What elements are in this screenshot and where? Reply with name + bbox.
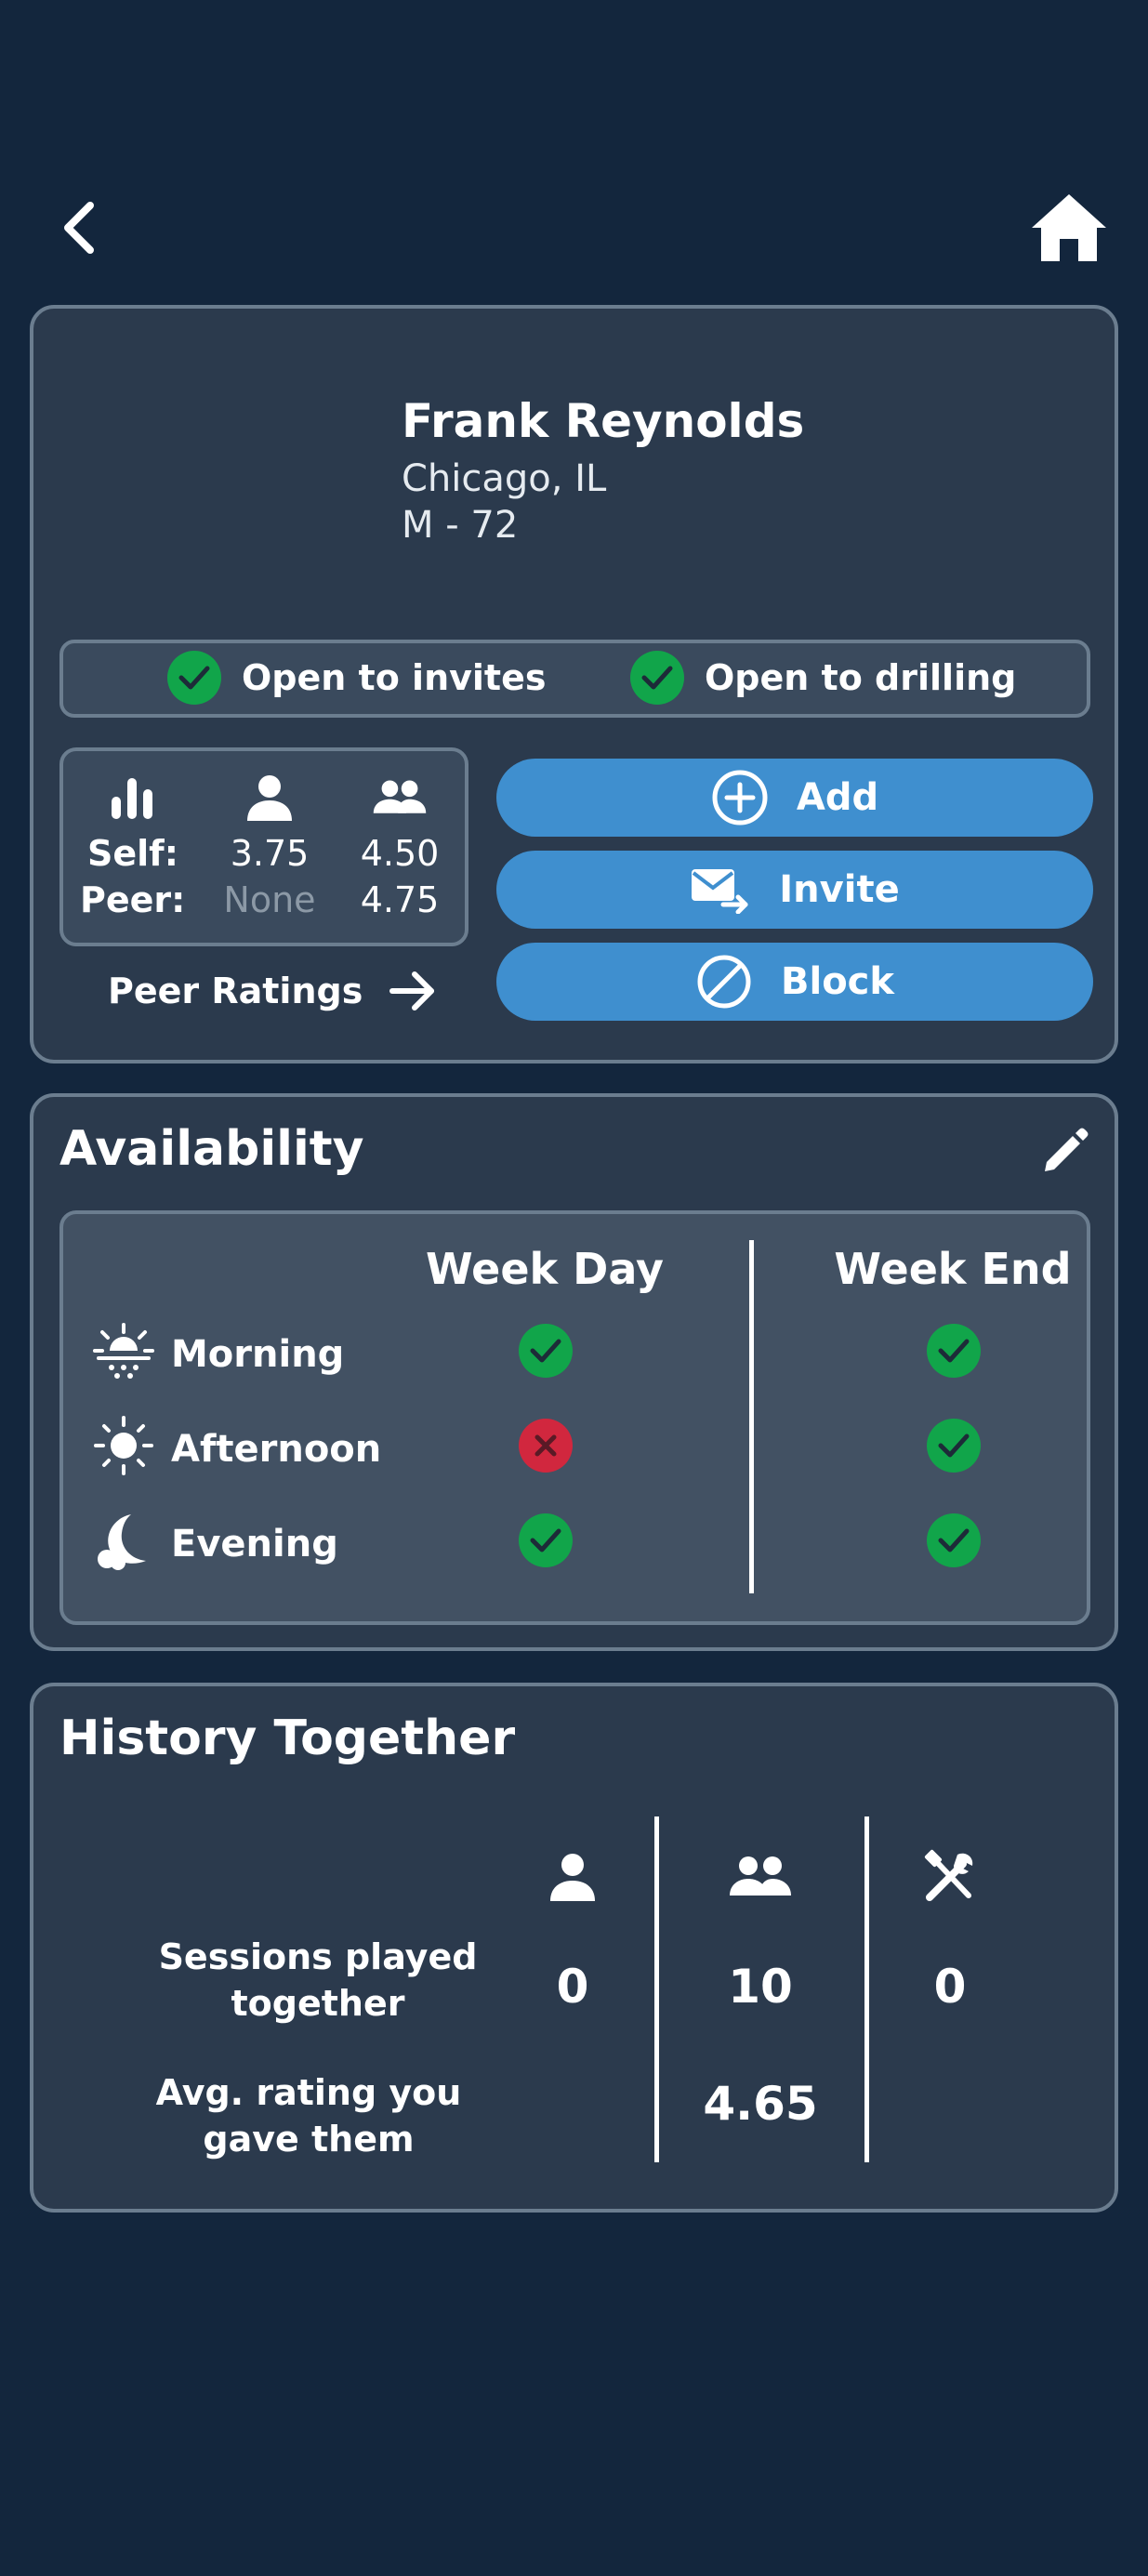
avg-rating-label: Avg. rating you gave them [155,2072,462,2160]
peer-ratings-link[interactable]: Peer Ratings [108,971,437,1011]
history-divider-2 [864,1816,869,2162]
evening-weekend-available-icon [927,1513,981,1567]
profile-card: Frank Reynolds Chicago, IL M - 72 Open t… [30,305,1118,1063]
profile-demographic: M - 72 [402,504,519,547]
availability-title: Availability [59,1121,364,1177]
status-bar: Open to invites Open to drilling [59,640,1090,718]
person-icon [242,773,297,822]
status-open-to-drilling: Open to drilling [630,651,1016,705]
sessions-played-label: Sessions played together [158,1936,478,2024]
sessions-drilling-value: 0 [933,1960,967,2014]
home-button[interactable] [1023,181,1115,274]
morning-weekday-available-icon [519,1324,573,1378]
morning-label: Morning [171,1333,345,1376]
sunrise-icon [91,1318,156,1383]
chevron-left-icon [64,202,94,254]
status-open-to-invites: Open to invites [167,651,547,705]
column-divider [749,1240,754,1593]
check-circle-icon [630,651,684,705]
profile-location: Chicago, IL [402,457,607,500]
sessions-singles-value: 0 [556,1960,589,2014]
history-divider-1 [654,1816,659,2162]
history-card: History Together Sessions played togethe… [30,1683,1118,2213]
edit-availability-button[interactable] [1037,1123,1093,1179]
self-rating-label: Self: [87,833,178,874]
peer-ratings-label: Peer Ratings [108,971,363,1011]
afternoon-weekday-unavailable-icon [519,1419,573,1473]
plus-circle-icon [712,770,768,826]
tools-icon [913,1844,987,1909]
block-button[interactable]: Block [496,943,1093,1021]
add-button-label: Add [796,776,879,819]
availability-table: Week Day Week End Morning Afternoon Even… [59,1210,1090,1625]
self-singles-rating: 3.75 [230,833,310,874]
status-drilling-label: Open to drilling [705,657,1017,698]
peer-doubles-rating: 4.75 [360,879,440,920]
status-invites-label: Open to invites [242,657,547,698]
sun-icon [91,1413,156,1478]
avg-rating-value: 4.65 [703,2077,818,2131]
afternoon-label: Afternoon [171,1428,382,1471]
invite-button[interactable]: Invite [496,851,1093,929]
back-button[interactable] [46,186,112,270]
check-circle-icon [167,651,221,705]
bar-chart-icon [104,773,160,822]
weekend-column-header: Week End [834,1244,1072,1294]
home-icon [1032,194,1106,261]
peer-singles-rating: None [223,879,316,920]
add-button[interactable]: Add [496,759,1093,837]
morning-weekend-available-icon [927,1324,981,1378]
mail-send-icon [692,869,748,914]
evening-label: Evening [171,1523,338,1565]
moon-icon [91,1508,156,1573]
history-title: History Together [59,1711,516,1766]
block-button-label: Block [781,960,894,1003]
weekday-column-header: Week Day [426,1244,664,1294]
peer-rating-label: Peer: [80,879,186,920]
sessions-doubles-value: 10 [728,1960,793,2014]
people-icon [723,1844,798,1909]
afternoon-weekend-available-icon [927,1419,981,1473]
people-icon [372,773,428,822]
profile-name: Frank Reynolds [402,394,805,448]
block-icon [697,955,751,1009]
evening-weekday-available-icon [519,1513,573,1567]
invite-button-label: Invite [779,868,900,911]
arrow-right-icon [389,971,435,1011]
availability-card: Availability Week Day Week End Morning A… [30,1093,1118,1651]
ratings-box: Self: Peer: 3.75 4.50 None 4.75 [59,747,468,946]
pencil-icon [1045,1128,1089,1171]
self-doubles-rating: 4.50 [360,833,440,874]
person-icon [535,1844,610,1909]
